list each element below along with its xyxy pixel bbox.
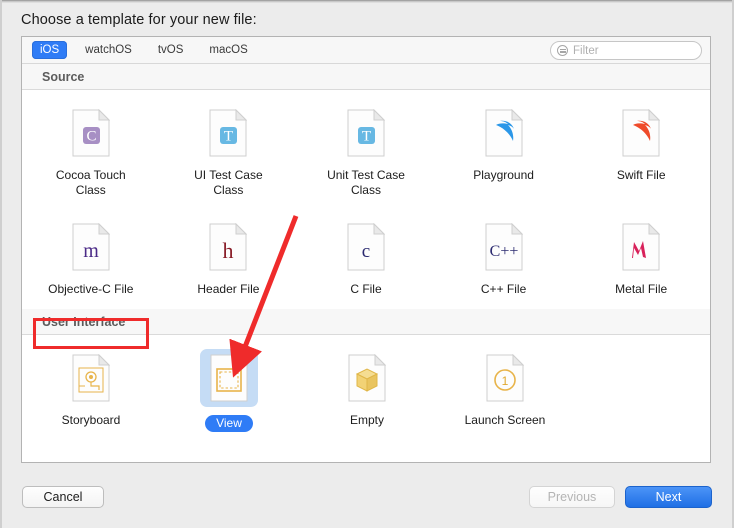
template-item-header-file[interactable]: h Header File bbox=[160, 212, 298, 297]
svg-text:h: h bbox=[223, 238, 234, 263]
section-body-user-interface: Storyboard View Empty 1 Launch Screen bbox=[22, 335, 710, 432]
view-icon bbox=[200, 349, 258, 407]
svg-text:c: c bbox=[362, 241, 370, 262]
template-item-label: Metal File bbox=[615, 282, 668, 296]
cancel-button[interactable]: Cancel bbox=[22, 486, 104, 508]
template-item-cpp-file[interactable]: C++ C++ File bbox=[435, 212, 573, 297]
tab-ios[interactable]: iOS bbox=[32, 41, 68, 59]
filter-placeholder: Filter bbox=[573, 44, 599, 57]
template-item-label: View bbox=[205, 415, 253, 432]
template-item-label: UI Test Case Class bbox=[194, 168, 263, 197]
template-item-storyboard[interactable]: Storyboard bbox=[22, 343, 160, 432]
tab-macos[interactable]: macOS bbox=[201, 41, 255, 59]
template-item-cocoa-touch-class[interactable]: C Cocoa Touch Class bbox=[22, 98, 160, 198]
playground-icon bbox=[475, 104, 533, 162]
next-button[interactable]: Next bbox=[625, 486, 712, 508]
unit-test-case-class-icon: T bbox=[337, 104, 395, 162]
objective-c-file-icon: m bbox=[62, 218, 120, 276]
tab-tvos[interactable]: tvOS bbox=[150, 41, 192, 59]
svg-text:T: T bbox=[224, 129, 233, 145]
template-item-label: C++ File bbox=[480, 282, 527, 296]
template-item-label: Playground bbox=[473, 168, 534, 182]
c-file-icon: c bbox=[337, 218, 395, 276]
svg-text:T: T bbox=[362, 129, 371, 145]
template-item-swift-file[interactable]: Swift File bbox=[572, 98, 710, 198]
template-item-empty[interactable]: Empty bbox=[298, 343, 436, 432]
filter-input-box[interactable]: Filter bbox=[550, 41, 702, 60]
header-file-icon: h bbox=[199, 218, 257, 276]
cocoa-touch-class-icon: C bbox=[62, 104, 120, 162]
storyboard-icon bbox=[62, 349, 120, 407]
svg-text:1: 1 bbox=[502, 374, 509, 388]
swift-file-icon bbox=[612, 104, 670, 162]
window-left-edge bbox=[0, 0, 2, 528]
section-body-source: C Cocoa Touch Class T UI Test Case Class… bbox=[22, 90, 710, 309]
previous-button[interactable]: Previous bbox=[529, 486, 615, 508]
filter-field[interactable]: Filter bbox=[550, 41, 702, 60]
template-panel: iOS watchOS tvOS macOS Filter Source C C… bbox=[21, 36, 711, 463]
template-item-label: Storyboard bbox=[61, 413, 121, 427]
dialog-title: Choose a template for your new file: bbox=[21, 12, 257, 28]
ui-test-case-class-icon: T bbox=[199, 104, 257, 162]
section-header-source: Source bbox=[22, 64, 710, 90]
template-item-playground[interactable]: Playground bbox=[435, 98, 573, 198]
template-item-launch-screen[interactable]: 1 Launch Screen bbox=[436, 343, 574, 432]
template-item-label: Cocoa Touch Class bbox=[55, 168, 126, 197]
template-item-c-file[interactable]: c C File bbox=[297, 212, 435, 297]
filter-list-icon bbox=[557, 45, 568, 56]
template-row: m Objective-C File h Header File c C Fil… bbox=[22, 212, 710, 297]
svg-text:m: m bbox=[83, 240, 99, 262]
window-top-edge bbox=[0, 0, 734, 3]
template-item-label: Empty bbox=[349, 413, 384, 427]
template-item-label: Header File bbox=[197, 282, 260, 296]
template-item-ui-test-case-class[interactable]: T UI Test Case Class bbox=[160, 98, 298, 198]
platform-tabbar: iOS watchOS tvOS macOS Filter bbox=[22, 37, 710, 64]
template-item-label: Unit Test Case Class bbox=[327, 168, 405, 197]
template-item-unit-test-case-class[interactable]: T Unit Test Case Class bbox=[297, 98, 435, 198]
svg-text:C: C bbox=[86, 129, 96, 145]
template-item-label: Launch Screen bbox=[464, 413, 546, 427]
metal-file-icon bbox=[612, 218, 670, 276]
template-item-metal-file[interactable]: Metal File bbox=[572, 212, 710, 297]
template-item-objective-c-file[interactable]: m Objective-C File bbox=[22, 212, 160, 297]
template-row: C Cocoa Touch Class T UI Test Case Class… bbox=[22, 98, 710, 198]
launch-screen-icon: 1 bbox=[476, 349, 534, 407]
new-file-template-dialog: Choose a template for your new file: iOS… bbox=[0, 0, 734, 528]
empty-icon bbox=[338, 349, 396, 407]
cpp-file-icon: C++ bbox=[475, 218, 533, 276]
svg-text:C++: C++ bbox=[489, 243, 518, 260]
template-item-label: C File bbox=[350, 282, 382, 296]
template-row: Storyboard View Empty 1 Launch Screen bbox=[22, 343, 710, 432]
template-item-label: Objective-C File bbox=[48, 282, 134, 296]
template-item-label: Swift File bbox=[616, 168, 666, 182]
section-header-user-interface: User Interface bbox=[22, 309, 710, 335]
template-item-view[interactable]: View bbox=[160, 343, 298, 432]
tab-watchos[interactable]: watchOS bbox=[77, 41, 140, 59]
